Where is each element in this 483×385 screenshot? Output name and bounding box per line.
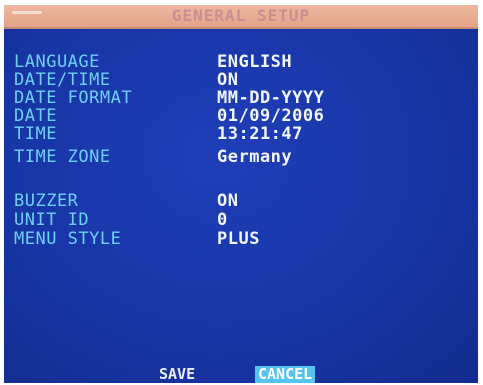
monitor-frame: GENERAL SETUP LANGUAGE ENGLISH DATE/TIME…: [0, 0, 483, 385]
setting-label: MENU STYLE: [14, 229, 122, 249]
setting-label: TIME ZONE: [14, 147, 111, 167]
osd-screen: GENERAL SETUP LANGUAGE ENGLISH DATE/TIME…: [4, 5, 478, 383]
setting-value[interactable]: 13:21:47: [217, 125, 303, 144]
setting-label: UNIT ID: [14, 210, 90, 230]
setting-value[interactable]: Germany: [217, 148, 292, 167]
setting-label: TIME: [14, 124, 57, 144]
title-bar: GENERAL SETUP: [4, 5, 478, 29]
setting-value[interactable]: PLUS: [217, 230, 260, 249]
menu-title: GENERAL SETUP: [171, 6, 311, 25]
setting-label: BUZZER: [14, 191, 79, 211]
save-button[interactable]: SAVE: [159, 366, 195, 383]
setting-value[interactable]: 0: [217, 211, 228, 230]
setting-value[interactable]: ON: [217, 192, 238, 211]
cancel-button[interactable]: CANCEL: [255, 366, 316, 383]
